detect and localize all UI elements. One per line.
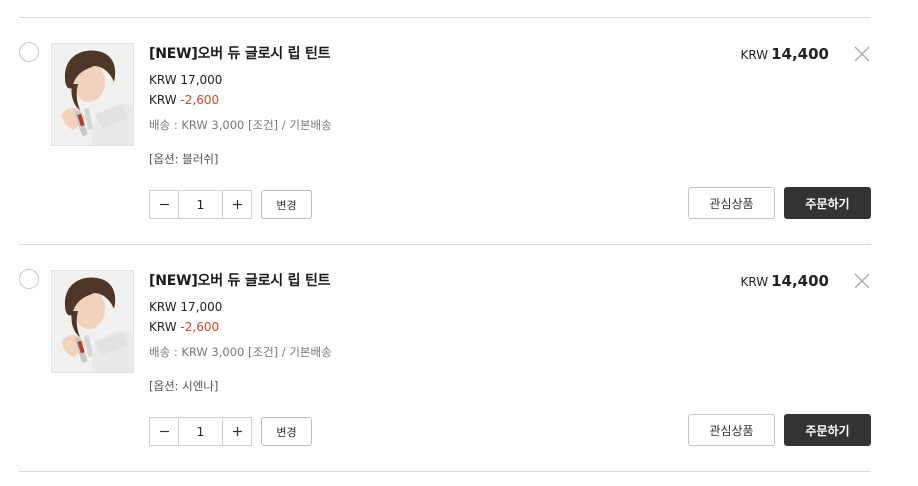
product-name[interactable]: [NEW]오버 듀 글로시 립 틴트 bbox=[149, 270, 331, 290]
change-quantity-button[interactable]: 변경 bbox=[261, 417, 312, 446]
close-icon bbox=[854, 273, 870, 289]
quantity-input[interactable] bbox=[179, 191, 222, 218]
product-photo bbox=[52, 44, 133, 145]
product-thumbnail[interactable] bbox=[51, 270, 134, 373]
decrease-quantity-button[interactable] bbox=[150, 418, 179, 445]
close-icon bbox=[854, 46, 870, 62]
add-to-wishlist-button[interactable]: 관심상품 bbox=[688, 187, 775, 219]
select-item-radio[interactable] bbox=[19, 269, 39, 289]
product-name[interactable]: [NEW]오버 듀 글로시 립 틴트 bbox=[149, 43, 331, 63]
remove-item-button[interactable] bbox=[853, 45, 871, 63]
discount-amount: KRW -2,600 bbox=[149, 93, 220, 107]
increase-quantity-button[interactable] bbox=[222, 191, 251, 218]
increase-quantity-button[interactable] bbox=[222, 418, 251, 445]
remove-item-button[interactable] bbox=[853, 272, 871, 290]
change-quantity-button[interactable]: 변경 bbox=[261, 190, 312, 219]
cart-item: [NEW]오버 듀 글로시 립 틴트 KRW 17,000 KRW -2,600… bbox=[19, 244, 871, 471]
plus-icon bbox=[232, 427, 242, 436]
original-price: KRW 17,000 bbox=[149, 73, 223, 87]
order-now-button[interactable]: 주문하기 bbox=[784, 187, 871, 219]
add-to-wishlist-button[interactable]: 관심상품 bbox=[688, 414, 775, 446]
shipping-info: 배송 : KRW 3,000 [조건] / 기본배송 bbox=[149, 345, 332, 359]
original-price: KRW 17,000 bbox=[149, 300, 223, 314]
product-option: [옵션: 블러쉬] bbox=[149, 152, 219, 166]
cart-item: [NEW]오버 듀 글로시 립 틴트 KRW 17,000 KRW -2,600… bbox=[19, 17, 871, 244]
item-total: KRW 14,400 bbox=[740, 45, 829, 63]
product-thumbnail[interactable] bbox=[51, 43, 134, 146]
quantity-stepper bbox=[149, 417, 252, 446]
minus-icon bbox=[159, 430, 169, 433]
select-item-radio[interactable] bbox=[19, 42, 39, 62]
quantity-input[interactable] bbox=[179, 418, 222, 445]
order-now-button[interactable]: 주문하기 bbox=[784, 414, 871, 446]
discount-amount: KRW -2,600 bbox=[149, 320, 220, 334]
plus-icon bbox=[232, 200, 242, 209]
divider bbox=[19, 471, 871, 472]
minus-icon bbox=[159, 203, 169, 206]
cart-list: [NEW]오버 듀 글로시 립 틴트 KRW 17,000 KRW -2,600… bbox=[19, 0, 871, 486]
product-photo bbox=[52, 271, 133, 372]
decrease-quantity-button[interactable] bbox=[150, 191, 179, 218]
product-option: [옵션: 시엔나] bbox=[149, 379, 219, 393]
shipping-info: 배송 : KRW 3,000 [조건] / 기본배송 bbox=[149, 118, 332, 132]
item-total: KRW 14,400 bbox=[740, 272, 829, 290]
quantity-stepper bbox=[149, 190, 252, 219]
